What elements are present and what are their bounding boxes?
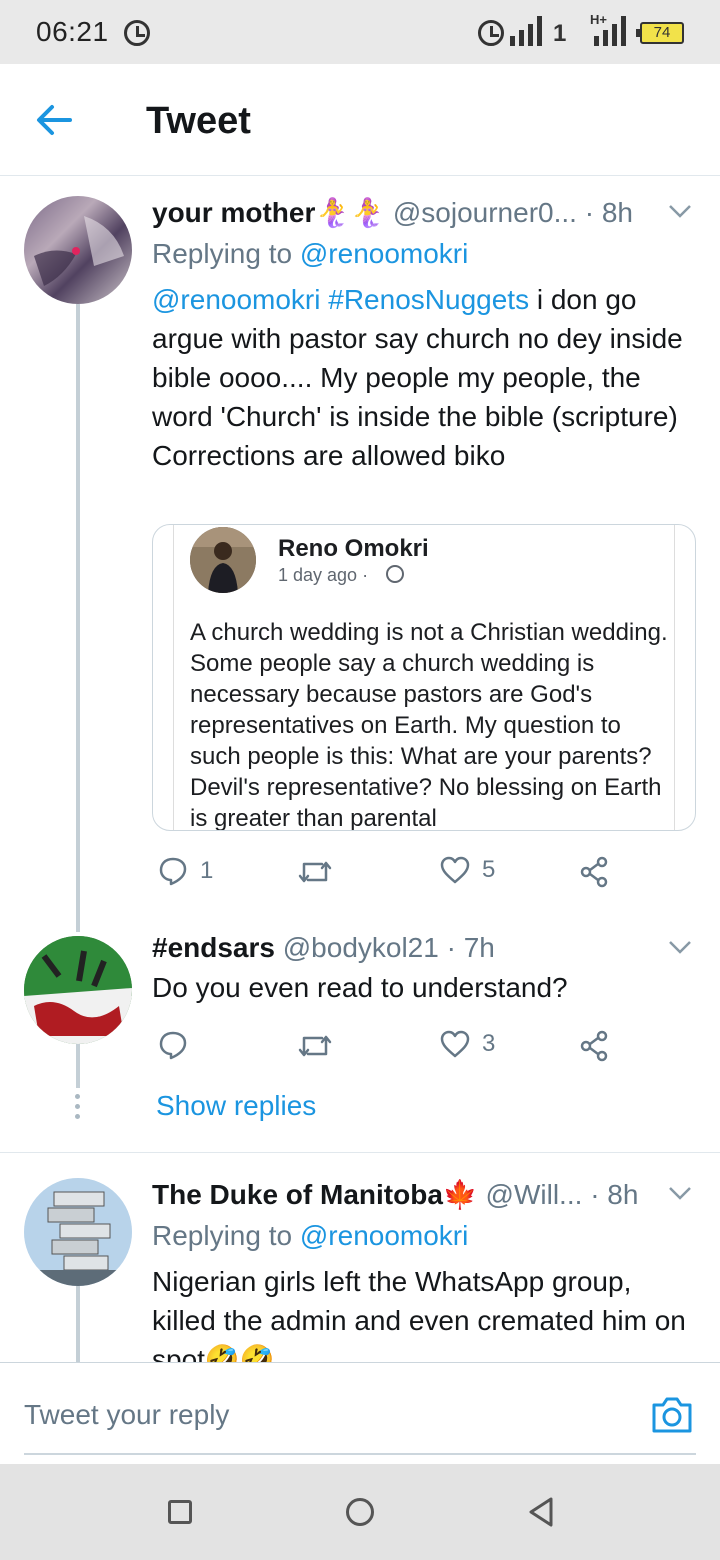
- display-name[interactable]: your mother🧜‍♀️🧜‍♀️: [152, 197, 385, 228]
- like-action[interactable]: 3: [440, 1030, 495, 1058]
- status-bar: 06:21 1 H+ 74: [0, 0, 720, 64]
- network-label: 1: [553, 20, 567, 47]
- battery-icon: 74: [636, 22, 684, 44]
- system-nav-bar: [0, 1464, 720, 1560]
- thread-line: [76, 1286, 80, 1362]
- retweet-action[interactable]: [298, 1032, 344, 1060]
- avatar[interactable]: [24, 196, 132, 304]
- user-handle[interactable]: @bodykol21: [283, 932, 439, 963]
- tweet-time: · 8h: [590, 1179, 639, 1210]
- replying-to: Replying to @renoomokri: [152, 1220, 468, 1252]
- post-timestamp: 1 day ago ·: [278, 565, 369, 585]
- chevron-down-icon[interactable]: [667, 934, 693, 960]
- retweet-action[interactable]: [298, 858, 344, 886]
- mention-link[interactable]: @renoomokri: [152, 284, 320, 315]
- hashtag-link[interactable]: #RenosNuggets: [328, 284, 529, 315]
- tweet-body-line2: Corrections are allowed biko: [152, 440, 506, 471]
- tweet-header: #endsars @bodykol21 · 7h: [152, 932, 495, 964]
- replying-to-link[interactable]: @renoomokri: [300, 238, 468, 269]
- camera-icon[interactable]: [650, 1395, 694, 1435]
- alarm-icon: [124, 20, 150, 46]
- thread-line: [76, 304, 80, 932]
- tweet-text-clip: Nigerian girls left the WhatsApp group, …: [152, 1262, 697, 1362]
- share-icon[interactable]: [580, 1030, 610, 1062]
- thread-dots: [74, 1094, 82, 1120]
- signal-icon: [510, 16, 550, 46]
- tweet-text: Do you even read to understand?: [152, 972, 568, 1003]
- post-text: A church wedding is not a Christian wedd…: [190, 619, 668, 831]
- avatar[interactable]: [24, 1178, 132, 1286]
- reply-bar: Tweet your reply: [0, 1362, 720, 1464]
- retweet-icon: [298, 1035, 332, 1057]
- page-title: Tweet: [146, 100, 251, 142]
- heart-icon: [440, 1030, 470, 1058]
- tweet-text: Nigerian girls left the WhatsApp group, …: [152, 1266, 686, 1362]
- reply-action[interactable]: 1: [158, 856, 213, 886]
- reply-icon: [159, 857, 187, 886]
- tweet-text: @renoomokri #RenosNuggets i don go argue…: [152, 280, 697, 475]
- reply-underline: [24, 1453, 696, 1455]
- tweet-header: your mother🧜‍♀️🧜‍♀️ @sojourner0... · 8h: [152, 196, 633, 229]
- reply-icon: [159, 1031, 187, 1060]
- alarm-icon: [478, 20, 504, 46]
- like-action[interactable]: 5: [440, 856, 495, 884]
- display-name[interactable]: #endsars: [152, 932, 275, 963]
- like-count: 3: [482, 1030, 496, 1057]
- back-arrow-icon[interactable]: [34, 100, 74, 140]
- retweet-icon: [298, 861, 332, 883]
- app-header: Tweet: [0, 64, 720, 176]
- tweet-time: · 7h: [446, 932, 495, 963]
- post-author-name: Reno Omokri: [278, 535, 429, 562]
- thread-line: [76, 1044, 80, 1088]
- reply-input[interactable]: Tweet your reply: [24, 1399, 229, 1431]
- reply-action[interactable]: [158, 1030, 200, 1060]
- facebook-post-card: Reno Omokri 1 day ago · A church wedding…: [173, 525, 675, 831]
- reply-count: 1: [200, 857, 214, 884]
- signal-icon: [588, 16, 628, 46]
- avatar[interactable]: [24, 936, 132, 1044]
- home-icon[interactable]: [346, 1498, 374, 1526]
- post-author-avatar: [190, 527, 256, 593]
- heart-icon: [440, 856, 470, 884]
- back-triangle-icon[interactable]: [528, 1496, 554, 1528]
- replying-to-label: Replying to: [152, 238, 300, 269]
- embedded-image[interactable]: Reno Omokri 1 day ago · A church wedding…: [152, 524, 696, 831]
- chevron-down-icon[interactable]: [667, 198, 693, 224]
- chevron-down-icon[interactable]: [667, 1180, 693, 1206]
- display-name[interactable]: The Duke of Manitoba🍁: [152, 1179, 478, 1210]
- replying-to-link[interactable]: @renoomokri: [300, 1220, 468, 1251]
- globe-icon: [386, 565, 404, 583]
- share-icon[interactable]: [580, 856, 610, 888]
- like-count: 5: [482, 856, 496, 883]
- replying-to-label: Replying to: [152, 1220, 300, 1251]
- user-handle[interactable]: @sojourner0...: [393, 197, 577, 228]
- replying-to: Replying to @renoomokri: [152, 238, 468, 270]
- show-replies-link[interactable]: Show replies: [156, 1090, 316, 1122]
- user-handle[interactable]: @Will...: [486, 1179, 583, 1210]
- divider: [0, 1152, 720, 1153]
- recents-icon[interactable]: [168, 1500, 192, 1524]
- tweet-time: · 8h: [584, 197, 633, 228]
- tweet-header: The Duke of Manitoba🍁 @Will... · 8h: [152, 1178, 638, 1211]
- status-time: 06:21: [36, 16, 109, 47]
